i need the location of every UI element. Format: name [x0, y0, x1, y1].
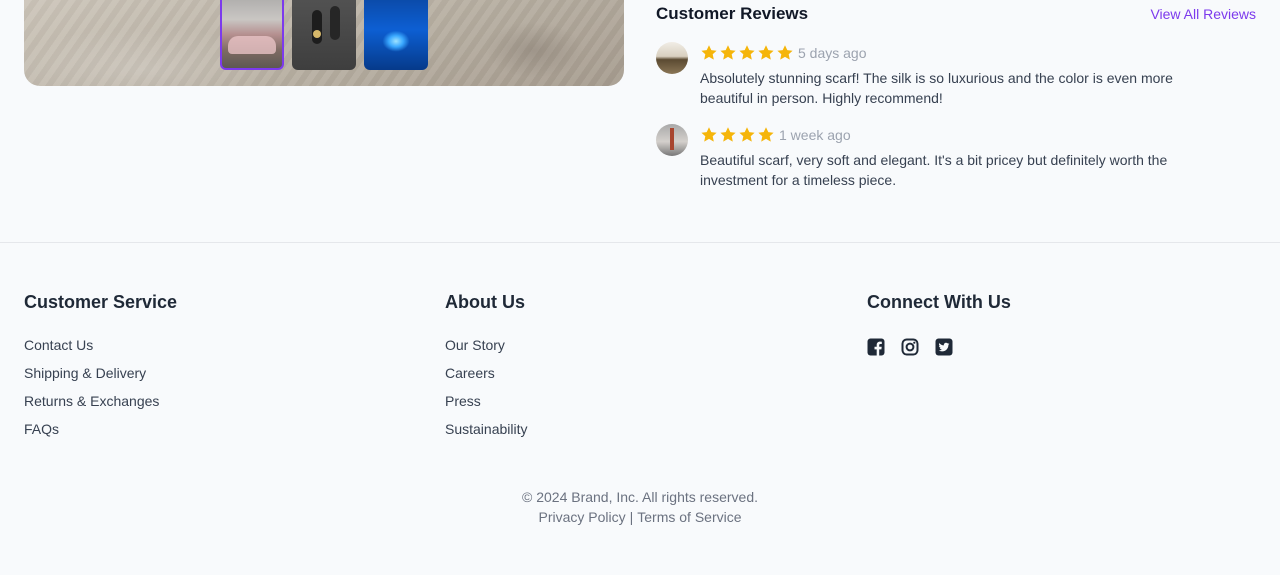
thumbnail-3[interactable]	[364, 0, 428, 70]
star-icon	[757, 126, 775, 144]
star-icon	[700, 126, 718, 144]
review-text: Beautiful scarf, very soft and elegant. …	[700, 152, 1168, 188]
connect-title: Connect With Us	[867, 292, 1011, 312]
twitter-icon[interactable]	[935, 338, 955, 358]
connect-column: Connect With Us	[867, 292, 1011, 358]
footer-link-sustainability[interactable]: Sustainability	[445, 420, 528, 448]
footer-link-shipping-delivery[interactable]: Shipping & Delivery	[24, 364, 177, 392]
footer-link-contact-us[interactable]: Contact Us	[24, 336, 177, 364]
footer-link-faqs[interactable]: FAQs	[24, 420, 177, 448]
star-icon	[719, 126, 737, 144]
avatar	[656, 42, 688, 74]
view-all-reviews-link[interactable]: View All Reviews	[1150, 6, 1256, 22]
legal-separator: |	[629, 509, 634, 525]
star-icon	[757, 44, 775, 62]
product-gallery	[24, 0, 624, 86]
privacy-policy-link[interactable]: Privacy Policy	[538, 509, 625, 525]
instagram-icon[interactable]	[901, 338, 921, 358]
thumbnail-strip	[220, 0, 428, 70]
thumbnail-1[interactable]	[220, 0, 284, 70]
star-icon	[738, 44, 756, 62]
about-us-title: About Us	[445, 292, 525, 312]
review-item: 1 week ago Beautiful scarf, very soft an…	[656, 124, 1256, 190]
reviews-title: Customer Reviews	[656, 4, 809, 23]
footer-link-returns-exchanges[interactable]: Returns & Exchanges	[24, 392, 177, 420]
customer-service-column: Customer Service Contact Us Shipping & D…	[24, 292, 177, 448]
star-icon	[738, 126, 756, 144]
customer-service-links: Contact Us Shipping & Delivery Returns &…	[24, 336, 177, 448]
review-meta: 5 days ago	[700, 42, 1256, 64]
customer-reviews: Customer Reviews View All Reviews 5 days…	[656, 0, 1256, 190]
avatar	[656, 124, 688, 156]
thumbnail-2[interactable]	[292, 0, 356, 70]
review-time: 5 days ago	[798, 45, 867, 61]
facebook-icon[interactable]	[867, 338, 887, 358]
review-text: Absolutely stunning scarf! The silk is s…	[700, 70, 1173, 106]
review-meta: 1 week ago	[700, 124, 1256, 146]
about-us-column: About Us Our Story Careers Press Sustain…	[445, 292, 528, 448]
social-links	[867, 338, 1011, 358]
footer-link-press[interactable]: Press	[445, 392, 528, 420]
star-icon	[700, 44, 718, 62]
footer-link-careers[interactable]: Careers	[445, 364, 528, 392]
copyright-text: © 2024 Brand, Inc. All rights reserved.	[522, 489, 758, 505]
legal-links: Privacy Policy | Terms of Service	[0, 507, 1280, 527]
reviews-header: Customer Reviews View All Reviews	[656, 0, 1256, 28]
customer-service-title: Customer Service	[24, 292, 178, 312]
terms-of-service-link[interactable]: Terms of Service	[637, 509, 741, 525]
about-us-links: Our Story Careers Press Sustainability	[445, 336, 528, 448]
review-item: 5 days ago Absolutely stunning scarf! Th…	[656, 42, 1256, 108]
star-icon	[776, 44, 794, 62]
star-rating	[700, 44, 794, 62]
footer-divider	[0, 242, 1280, 243]
review-time: 1 week ago	[779, 127, 851, 143]
star-icon	[719, 44, 737, 62]
footer-link-our-story[interactable]: Our Story	[445, 336, 528, 364]
star-rating	[700, 126, 775, 144]
